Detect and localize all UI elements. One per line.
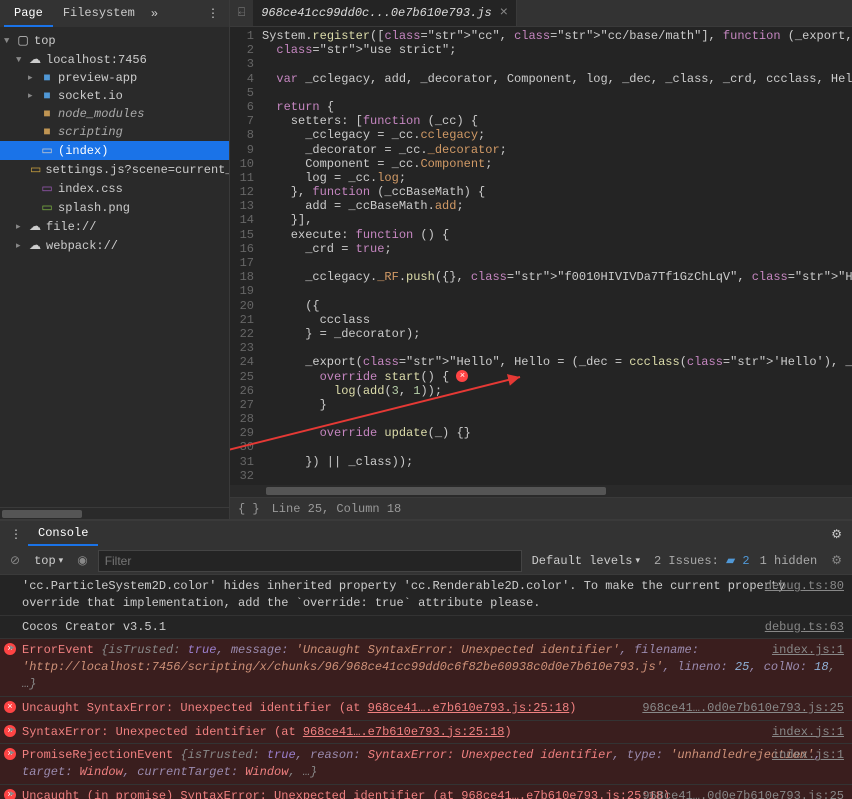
log-source-link[interactable]: index.js:1	[772, 642, 844, 659]
log-source-link[interactable]: 968ce41….0d0e7b610e793.js:25	[642, 700, 844, 717]
kebab-icon[interactable]: ⋮	[201, 6, 225, 21]
tree-webpack[interactable]: ▸☁webpack://	[0, 236, 229, 255]
log-row-error[interactable]: × ▸ 968ce41….0d0e7b610e793.js:25 Uncaugh…	[0, 785, 852, 799]
file-icon: ▭	[40, 200, 54, 215]
expand-icon[interactable]: ▸	[10, 788, 15, 799]
kebab-icon[interactable]: ⋮	[4, 527, 28, 542]
file-tree[interactable]: ▼▢top ▼☁localhost:7456 ▸■preview-app ▸■s…	[0, 27, 229, 507]
clear-console-icon[interactable]: ⊘	[6, 551, 24, 570]
tree-file-splash[interactable]: ▭splash.png	[0, 198, 229, 217]
line-gutter: 1234567891011121314151617181920212223242…	[230, 27, 262, 485]
log-levels-selector[interactable]: Default levels ▾	[528, 552, 644, 570]
file-icon: ▭	[40, 143, 54, 158]
folder-icon: ■	[40, 89, 54, 103]
log-row-error[interactable]: × 968ce41….0d0e7b610e793.js:25 Uncaught …	[0, 697, 852, 721]
toggle-navigator-icon[interactable]: ⍇	[230, 6, 253, 20]
editor-tab-label: 968ce41cc99dd0c...0e7b610e793.js	[261, 6, 491, 20]
tree-file-index[interactable]: ▭(index)	[0, 141, 229, 160]
expand-icon[interactable]: ▸	[10, 747, 15, 760]
tab-filesystem[interactable]: Filesystem	[53, 1, 145, 27]
file-icon: ▭	[40, 181, 54, 196]
log-row-error[interactable]: × ▸ index.js:1 ErrorEvent {isTrusted: tr…	[0, 639, 852, 696]
pretty-print-icon[interactable]: { }	[238, 502, 260, 516]
log-row[interactable]: Cocos Creator v3.5.1 debug.ts:63	[0, 616, 852, 640]
close-icon[interactable]: ×	[500, 5, 508, 21]
filter-input[interactable]	[98, 550, 522, 572]
tree-folder-node-modules[interactable]: ■node_modules	[0, 105, 229, 123]
tree-file-scheme[interactable]: ▸☁file://	[0, 217, 229, 236]
log-row-error[interactable]: × ▸ index.js:1 SyntaxError: Unexpected i…	[0, 721, 852, 745]
expand-icon[interactable]: ▸	[10, 642, 15, 655]
code-area[interactable]: System.register([class="str">"cc", class…	[262, 27, 852, 485]
tree-folder-scripting[interactable]: ■scripting	[0, 123, 229, 141]
folder-icon: ■	[40, 71, 54, 85]
expand-icon[interactable]: ▸	[10, 724, 15, 737]
tabs-overflow-icon[interactable]: »	[145, 7, 164, 21]
log-source-link[interactable]: index.js:1	[772, 747, 844, 764]
log-row-error[interactable]: × ▸ index.js:1 PromiseRejectionEvent {is…	[0, 744, 852, 785]
log-row[interactable]: 'cc.ParticleSystem2D.color' hides inheri…	[0, 575, 852, 616]
issues-button[interactable]: 2 Issues: ▰ 2	[654, 553, 750, 568]
file-icon: ▭	[30, 162, 41, 177]
gear-icon[interactable]: ⚙	[827, 551, 846, 570]
hidden-count[interactable]: 1 hidden	[760, 554, 818, 568]
tree-host[interactable]: ▼☁localhost:7456	[0, 50, 229, 69]
sidebar-scrollbar[interactable]	[0, 507, 229, 519]
editor-tab[interactable]: 968ce41cc99dd0c...0e7b610e793.js ×	[253, 0, 517, 26]
log-source-link[interactable]: debug.ts:80	[765, 578, 844, 595]
tree-file-index-css[interactable]: ▭index.css	[0, 179, 229, 198]
cursor-position: Line 25, Column 18	[272, 502, 402, 516]
editor-scrollbar-horizontal[interactable]	[230, 485, 852, 497]
tree-folder-preview-app[interactable]: ▸■preview-app	[0, 69, 229, 87]
tree-top[interactable]: ▼▢top	[0, 31, 229, 50]
tab-console[interactable]: Console	[28, 522, 98, 546]
folder-icon: ■	[40, 125, 54, 139]
tree-file-settings[interactable]: ▭settings.js?scene=current_scen	[0, 160, 229, 179]
context-selector[interactable]: top▾	[30, 552, 67, 570]
tree-folder-socket-io[interactable]: ▸■socket.io	[0, 87, 229, 105]
tab-page[interactable]: Page	[4, 1, 53, 27]
live-expression-icon[interactable]: ◉	[73, 551, 91, 570]
log-source-link[interactable]: 968ce41….0d0e7b610e793.js:25	[642, 788, 844, 799]
error-icon: ×	[4, 701, 16, 713]
log-source-link[interactable]: debug.ts:63	[765, 619, 844, 636]
folder-icon: ■	[40, 107, 54, 121]
log-source-link[interactable]: index.js:1	[772, 724, 844, 741]
gear-icon[interactable]: ⚙	[825, 527, 848, 542]
console-body[interactable]: 'cc.ParticleSystem2D.color' hides inheri…	[0, 575, 852, 799]
